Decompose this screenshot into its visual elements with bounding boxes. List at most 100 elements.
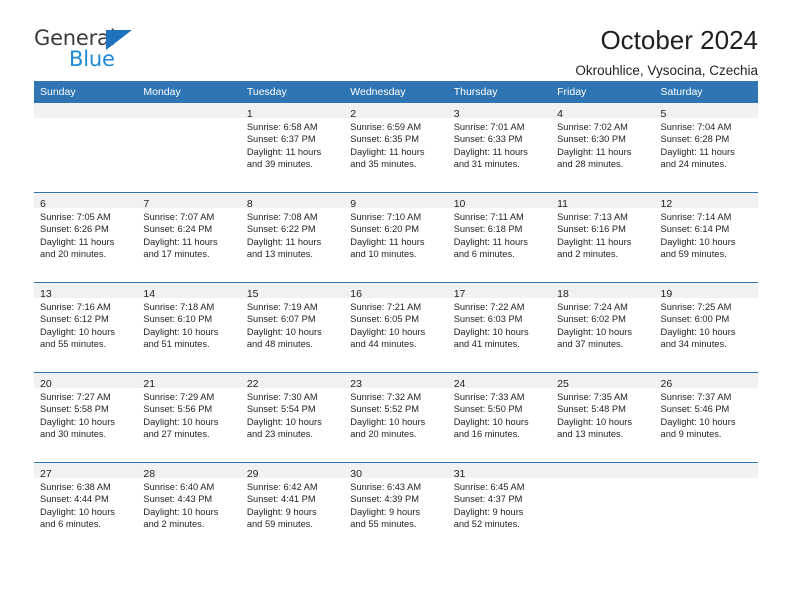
calendar-day-cell[interactable]: 28 Sunrise: 6:40 AM Sunset: 4:43 PM Dayligh… [137,462,241,552]
day-number: 24 [453,378,466,390]
calendar-day-cell[interactable]: 14 Sunrise: 7:18 AM Sunset: 6:10 PM Dayligh… [137,282,241,373]
calendar-day-cell[interactable]: 3 Sunrise: 7:01 AM Sunset: 6:33 PM Daylight… [447,103,552,193]
daylight-text-line1: Daylight: 10 hours [453,326,529,337]
weekday-header-friday: Friday [551,81,655,103]
calendar-week-row: 6 Sunrise: 7:05 AM Sunset: 6:26 PM Daylight… [34,192,758,283]
sunset-text: Sunset: 6:28 PM [660,134,730,145]
sunrise-text: Sunrise: 6:38 AM [40,482,111,492]
calendar-day-cell[interactable]: 4 Sunrise: 7:02 AM Sunset: 6:30 PM Daylight… [551,103,655,193]
daylight-text-line1: Daylight: 11 hours [453,146,528,157]
calendar-day-cell[interactable]: 5 Sunrise: 7:04 AM Sunset: 6:28 PM Daylight… [654,103,758,193]
logo-text-general: General [34,26,116,50]
sunrise-text: Sunrise: 7:22 AM [453,302,525,312]
calendar-day-cell[interactable]: 6 Sunrise: 7:05 AM Sunset: 6:26 PM Daylight… [34,192,138,283]
sunset-text: Sunset: 6:02 PM [557,314,626,325]
sunrise-text: Sunrise: 7:05 AM [40,212,111,222]
day-number: 11 [557,198,569,210]
calendar-day-cell[interactable]: 19 Sunrise: 7:25 AM Sunset: 6:00 PM Dayligh… [654,282,758,373]
sunrise-text: Sunrise: 7:30 AM [246,392,318,402]
day-number: 19 [660,288,673,300]
calendar-day-cell[interactable]: 22 Sunrise: 7:30 AM Sunset: 5:54 PM Dayligh… [240,372,345,463]
sunrise-sunset-calendar: Sunday Monday Tuesday Wednesday Thursday… [34,81,758,552]
title-block: October 2024 Okrouhlice, Vysocina, Czech… [575,26,758,78]
daylight-text-line2: and 59 minutes. [660,248,727,259]
weekday-header-thursday: Thursday [447,81,552,103]
sunset-text: Sunset: 5:58 PM [40,404,109,415]
day-number: 27 [40,468,52,480]
daylight-text-line2: and 35 minutes. [350,158,417,169]
sunrise-text: Sunrise: 7:32 AM [350,392,422,402]
daylight-text-line2: and 39 minutes. [246,158,313,169]
sunset-text: Sunset: 6:10 PM [143,314,213,325]
calendar-day-cell[interactable]: 20 Sunrise: 7:27 AM Sunset: 5:58 PM Dayligh… [34,372,138,463]
location-subtitle: Okrouhlice, Vysocina, Czechia [575,62,758,78]
day-number: 20 [40,378,52,390]
general-blue-logo[interactable]: General Blue [34,26,154,74]
calendar-day-cell[interactable]: 24 Sunrise: 7:33 AM Sunset: 5:50 PM Dayligh… [447,372,552,463]
daylight-text-line1: Daylight: 9 hours [453,506,524,517]
daylight-text-line2: and 27 minutes. [143,428,210,439]
sunset-text: Sunset: 6:37 PM [246,134,316,145]
sunrise-text: Sunrise: 7:02 AM [557,122,628,132]
calendar-day-cell[interactable]: 2 Sunrise: 6:59 AM Sunset: 6:35 PM Daylight… [344,103,448,193]
calendar-day-cell[interactable]: 18 Sunrise: 7:24 AM Sunset: 6:02 PM Dayligh… [551,282,655,373]
calendar-day-cell[interactable]: 1 Sunrise: 6:58 AM Sunset: 6:37 PM Daylight… [240,103,345,193]
day-number: 25 [557,378,569,390]
daylight-text-line1: Daylight: 11 hours [557,236,632,247]
sunrise-text: Sunrise: 7:16 AM [40,302,111,312]
daylight-text-line2: and 55 minutes. [350,518,417,529]
day-number: 12 [660,198,673,210]
day-number: 9 [350,198,357,210]
sunrise-text: Sunrise: 7:27 AM [40,392,111,402]
daylight-text-line2: and 2 minutes. [557,248,619,259]
daylight-text-line1: Daylight: 10 hours [660,326,736,337]
logo-text-blue: Blue [69,47,115,71]
sunrise-text: Sunrise: 7:37 AM [660,392,732,402]
calendar-day-cell[interactable]: 25 Sunrise: 7:35 AM Sunset: 5:48 PM Dayligh… [551,372,655,463]
calendar-day-cell[interactable]: 27 Sunrise: 6:38 AM Sunset: 4:44 PM Dayligh… [34,462,138,552]
daylight-text-line1: Daylight: 11 hours [143,236,218,247]
daylight-text-line2: and 34 minutes. [660,338,727,349]
calendar-day-cell[interactable]: 17 Sunrise: 7:22 AM Sunset: 6:03 PM Dayligh… [447,282,552,373]
day-number: 3 [453,108,460,120]
calendar-day-cell[interactable]: 21 Sunrise: 7:29 AM Sunset: 5:56 PM Dayligh… [137,372,241,463]
calendar-day-cell[interactable]: 8 Sunrise: 7:08 AM Sunset: 6:22 PM Daylight… [240,192,345,283]
daylight-text-line2: and 10 minutes. [350,248,417,259]
sunset-text: Sunset: 4:39 PM [350,494,419,505]
sunset-text: Sunset: 4:43 PM [143,494,213,505]
calendar-day-cell[interactable]: 29 Sunrise: 6:42 AM Sunset: 4:41 PM Dayligh… [240,462,345,552]
sunset-text: Sunset: 6:05 PM [350,314,419,325]
calendar-day-cell[interactable]: 13 Sunrise: 7:16 AM Sunset: 6:12 PM Dayligh… [34,282,138,373]
sunrise-text: Sunrise: 6:40 AM [143,482,215,492]
page-title: October 2024 [600,25,758,55]
calendar-day-cell[interactable]: 7 Sunrise: 7:07 AM Sunset: 6:24 PM Daylight… [137,192,241,283]
calendar-day-cell[interactable]: 12 Sunrise: 7:14 AM Sunset: 6:14 PM Dayligh… [654,192,758,283]
sunrise-text: Sunrise: 7:21 AM [350,302,422,312]
calendar-day-cell[interactable]: 15 Sunrise: 7:19 AM Sunset: 6:07 PM Dayligh… [240,282,345,373]
daylight-text-line1: Daylight: 10 hours [40,326,115,337]
daylight-text-line2: and 6 minutes. [40,518,101,529]
sunset-text: Sunset: 6:18 PM [453,224,523,235]
calendar-day-cell[interactable]: 30 Sunrise: 6:43 AM Sunset: 4:39 PM Dayligh… [344,462,448,552]
calendar-day-cell-empty [551,462,655,552]
calendar-day-cell[interactable]: 10 Sunrise: 7:11 AM Sunset: 6:18 PM Dayligh… [447,192,552,283]
calendar-day-cell[interactable]: 11 Sunrise: 7:13 AM Sunset: 6:16 PM Dayligh… [551,192,655,283]
daylight-text-line1: Daylight: 9 hours [350,506,421,517]
calendar-day-cell[interactable]: 31 Sunrise: 6:45 AM Sunset: 4:37 PM Dayligh… [447,462,552,552]
weekday-header-monday: Monday [137,81,241,103]
daylight-text-line1: Daylight: 11 hours [660,146,735,157]
daylight-text-line1: Daylight: 11 hours [246,236,322,247]
calendar-day-cell[interactable]: 9 Sunrise: 7:10 AM Sunset: 6:20 PM Daylight… [344,192,448,283]
day-number: 2 [350,108,357,120]
calendar-day-cell[interactable]: 23 Sunrise: 7:32 AM Sunset: 5:52 PM Dayligh… [344,372,448,463]
day-number: 14 [143,288,156,300]
calendar-day-cell-empty [654,462,758,552]
calendar-day-cell[interactable]: 16 Sunrise: 7:21 AM Sunset: 6:05 PM Dayligh… [344,282,448,373]
weekday-header-sunday: Sunday [34,81,138,103]
page-header: General Blue October 2024 Okrouhlice, Vy… [34,0,758,78]
calendar-header-row: Sunday Monday Tuesday Wednesday Thursday… [34,81,758,103]
daylight-text-line1: Daylight: 10 hours [557,416,633,427]
calendar-day-cell-empty [34,103,138,193]
calendar-day-cell[interactable]: 26 Sunrise: 7:37 AM Sunset: 5:46 PM Dayligh… [654,372,758,463]
daylight-text-line1: Daylight: 11 hours [350,236,425,247]
